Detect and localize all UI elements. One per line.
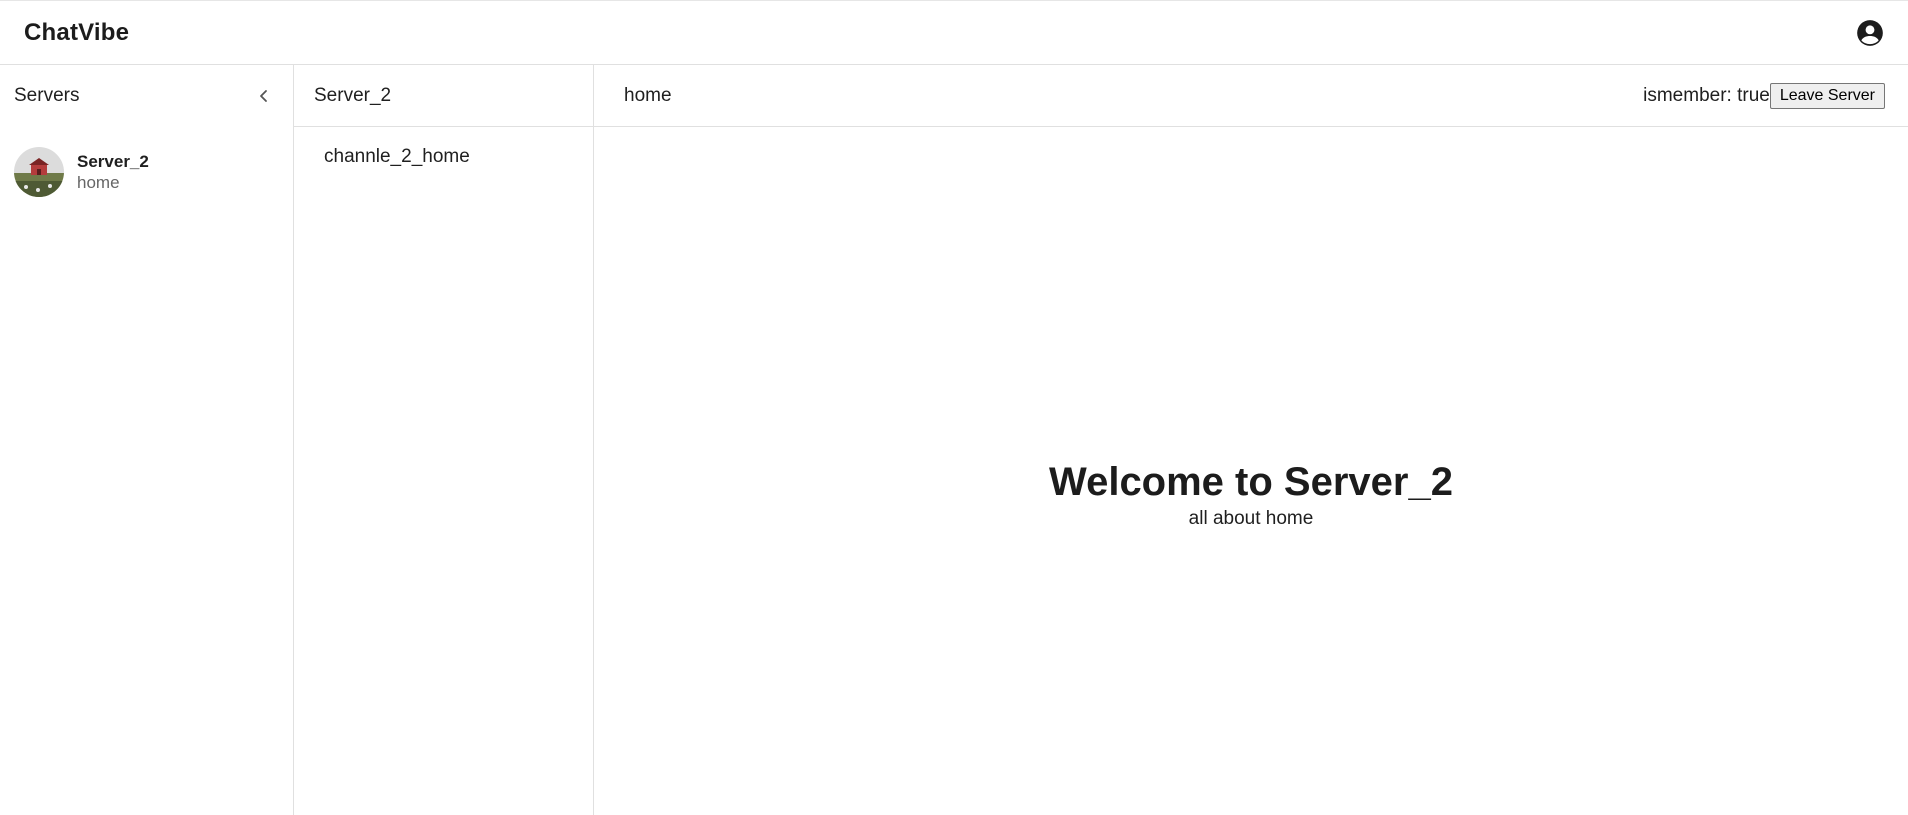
- welcome-title: Welcome to Server_2: [1049, 460, 1453, 504]
- channel-item[interactable]: channle_2_home: [294, 127, 593, 187]
- server-subtitle: home: [77, 172, 120, 192]
- main-panel: home ismember: true Leave Server Welcome…: [594, 65, 1908, 815]
- channels-server-title: Server_2: [314, 84, 392, 106]
- servers-title: Servers: [14, 85, 80, 106]
- chevron-left-icon[interactable]: [253, 85, 275, 107]
- channels-panel: Server_2 channle_2_home: [294, 65, 594, 815]
- server-list-item[interactable]: Server_2 home: [0, 127, 293, 217]
- leave-server-button[interactable]: Leave Server: [1769, 82, 1885, 109]
- server-avatar: [14, 147, 64, 197]
- welcome-section: Welcome to Server_2 all about home: [594, 460, 1908, 530]
- main-header: home ismember: true Leave Server: [594, 65, 1908, 127]
- channels-header: Server_2: [294, 65, 593, 127]
- servers-panel: Servers Server_2 home: [0, 65, 294, 815]
- servers-header: Servers: [0, 65, 293, 127]
- current-channel-title: home: [624, 84, 672, 106]
- account-circle-icon[interactable]: [1856, 19, 1884, 47]
- server-name: Server_2: [77, 151, 149, 171]
- top-bar: ChatVibe: [0, 0, 1908, 65]
- app-title: ChatVibe: [24, 18, 130, 46]
- member-status: ismember: true: [1643, 84, 1770, 106]
- welcome-subtitle: all about home: [1188, 508, 1314, 529]
